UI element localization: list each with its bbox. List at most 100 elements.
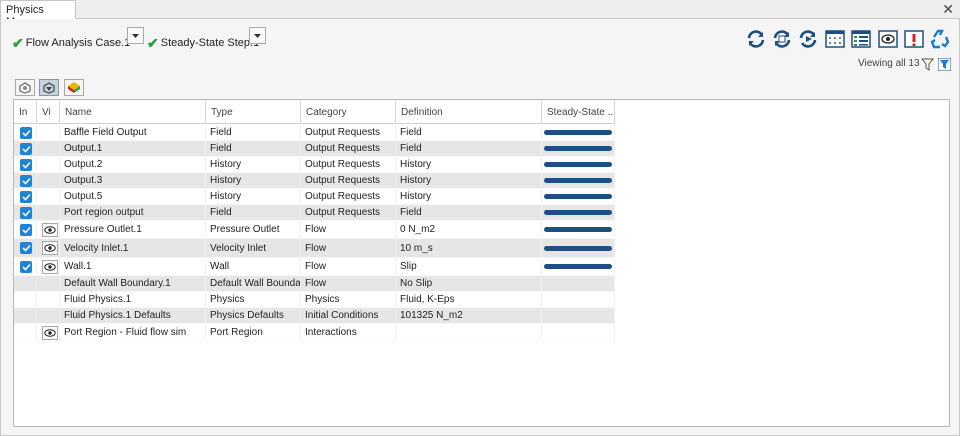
include-cell xyxy=(14,189,37,204)
steady-state-cell[interactable] xyxy=(542,189,615,204)
steady-state-cell[interactable] xyxy=(542,276,615,291)
table-row[interactable]: Output.2 History Output Requests History xyxy=(14,157,615,173)
physics-mode-button[interactable] xyxy=(15,79,35,96)
grid-view-button[interactable] xyxy=(824,28,846,50)
category-cell: Output Requests xyxy=(301,189,396,204)
type-cell: Field xyxy=(206,141,301,156)
name-cell: Default Wall Boundary.1 xyxy=(60,276,206,291)
steady-state-cell[interactable] xyxy=(542,308,615,323)
grid-view-icon xyxy=(825,30,845,48)
warning-icon xyxy=(904,30,924,48)
include-checkbox[interactable] xyxy=(20,126,32,139)
type-cell: Field xyxy=(206,205,301,220)
warnings-button[interactable] xyxy=(903,28,925,50)
steady-state-cell[interactable] xyxy=(542,141,615,156)
definition-cell: Field xyxy=(396,141,542,156)
include-checkbox[interactable] xyxy=(20,190,32,203)
visibility-toggle[interactable] xyxy=(42,222,58,237)
model-mode-button[interactable] xyxy=(64,79,84,96)
definition-cell: Fluid, K-Eps xyxy=(396,292,542,307)
refresh-run-icon xyxy=(799,30,817,48)
eye-icon xyxy=(44,225,56,234)
name-cell: Port Region - Fluid flow sim xyxy=(60,324,206,341)
column-header-vi[interactable]: Vi xyxy=(37,100,60,124)
steady-state-cell[interactable] xyxy=(542,125,615,140)
steady-state-active-bar xyxy=(544,178,612,183)
step-selector[interactable]: ✔ Steady-State Step.1 xyxy=(147,34,259,52)
physics-mode-icon xyxy=(19,82,31,94)
checklist-icon xyxy=(851,30,871,48)
table-row[interactable]: Output.5 History Output Requests History xyxy=(14,189,615,205)
steady-state-cell[interactable] xyxy=(542,324,615,341)
column-header-category[interactable]: Category xyxy=(301,100,396,124)
visibility-cell xyxy=(37,324,60,341)
table-row[interactable]: Port Region - Fluid flow sim Port Region I… xyxy=(14,324,615,342)
visibility-cell xyxy=(37,157,60,172)
recycle-button[interactable] xyxy=(929,28,951,50)
visibility-button[interactable] xyxy=(877,28,899,50)
visibility-toggle[interactable] xyxy=(42,241,58,255)
filter-active-icon[interactable] xyxy=(938,58,951,71)
steady-state-cell[interactable] xyxy=(542,157,615,172)
check-icon: ✔ xyxy=(147,34,159,51)
checklist-button[interactable] xyxy=(850,28,872,50)
column-header-steady-state[interactable]: Steady-State ... xyxy=(542,100,615,124)
steady-state-cell[interactable] xyxy=(542,239,615,257)
steady-state-cell[interactable] xyxy=(542,173,615,188)
column-header-definition[interactable]: Definition xyxy=(396,100,542,124)
table-row[interactable]: Velocity Inlet.1 Velocity Inlet Flow 10 m_s xyxy=(14,239,615,258)
include-cell xyxy=(14,292,37,307)
table-header: In Vi Name Type Category Definition Stea… xyxy=(14,100,615,124)
visibility-toggle[interactable] xyxy=(42,325,58,340)
column-header-name[interactable]: Name xyxy=(60,100,206,124)
type-cell: Physics Defaults xyxy=(206,308,301,323)
visibility-toggle[interactable] xyxy=(42,259,58,274)
steady-state-cell[interactable] xyxy=(542,205,615,220)
include-checkbox[interactable] xyxy=(20,260,32,273)
table-row[interactable]: Pressure Outlet.1 Pressure Outlet Flow 0 N_… xyxy=(14,221,615,239)
category-cell: Output Requests xyxy=(301,141,396,156)
table-row[interactable]: Baffle Field Output Field Output Requests F… xyxy=(14,125,615,141)
refresh-run-button[interactable] xyxy=(797,28,819,50)
refresh-all-button[interactable] xyxy=(771,28,793,50)
include-checkbox[interactable] xyxy=(20,206,32,219)
refresh-button[interactable] xyxy=(745,28,767,50)
include-checkbox[interactable] xyxy=(20,174,32,187)
name-cell: Fluid Physics.1 Defaults xyxy=(60,308,206,323)
table-row[interactable]: Fluid Physics.1 Defaults Physics Defaults… xyxy=(14,308,615,324)
category-cell: Output Requests xyxy=(301,125,396,140)
physics-manager-tab[interactable]: Physics Manager xyxy=(0,0,76,28)
filter-icon[interactable] xyxy=(921,58,934,71)
filter-mode-button[interactable] xyxy=(39,79,59,96)
column-header-type[interactable]: Type xyxy=(206,100,301,124)
name-cell: Baffle Field Output xyxy=(60,125,206,140)
analysis-case-selector[interactable]: ✔ Flow Analysis Case.1 xyxy=(12,34,130,52)
steady-state-cell[interactable] xyxy=(542,221,615,238)
steady-state-cell[interactable] xyxy=(542,258,615,275)
table-row[interactable]: Wall.1 Wall Flow Slip xyxy=(14,258,615,276)
visibility-cell xyxy=(37,173,60,188)
include-checkbox[interactable] xyxy=(20,242,32,254)
definition-cell: History xyxy=(396,157,542,172)
name-cell: Output.3 xyxy=(60,173,206,188)
close-icon[interactable]: ✕ xyxy=(942,1,954,17)
type-cell: Wall xyxy=(206,258,301,275)
include-cell xyxy=(14,258,37,275)
include-checkbox[interactable] xyxy=(20,142,32,155)
include-cell xyxy=(14,324,37,341)
table-row[interactable]: Port region output Field Output Requests Fi… xyxy=(14,205,615,221)
title-bar: Physics Manager ✕ xyxy=(0,0,960,28)
table-row[interactable]: Fluid Physics.1 Physics Physics Fluid, K-Ep… xyxy=(14,292,615,308)
table-row[interactable]: Output.1 Field Output Requests Field xyxy=(14,141,615,157)
steady-state-cell[interactable] xyxy=(542,292,615,307)
analysis-case-dropdown[interactable] xyxy=(127,27,144,44)
column-header-in[interactable]: In xyxy=(14,100,37,124)
include-checkbox[interactable] xyxy=(20,223,32,236)
type-cell: Velocity Inlet xyxy=(206,239,301,257)
definition-cell: Field xyxy=(396,205,542,220)
include-checkbox[interactable] xyxy=(20,158,32,171)
table-row[interactable]: Default Wall Boundary.1 Default Wall Boun… xyxy=(14,276,615,292)
table-row[interactable]: Output.3 History Output Requests History xyxy=(14,173,615,189)
step-dropdown[interactable] xyxy=(249,27,266,44)
type-cell: Physics xyxy=(206,292,301,307)
